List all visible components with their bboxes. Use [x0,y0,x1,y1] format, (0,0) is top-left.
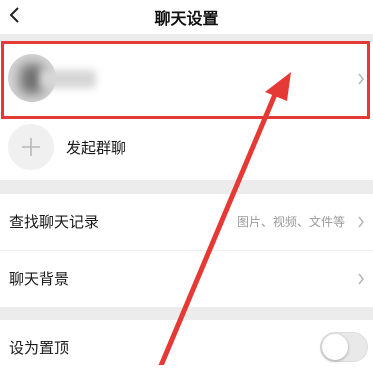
add-member-button[interactable] [8,124,54,170]
pin-chat-toggle[interactable] [320,332,368,362]
plus-icon [22,138,40,156]
page-title: 聊天设置 [154,9,219,28]
top-bar: 聊天设置 [0,0,373,34]
pin-chat-row: 设为置顶 [0,320,373,380]
chevron-right-icon [358,216,364,228]
chat-background-label: 聊天背景 [9,270,70,288]
contact-info-row[interactable] [0,42,373,116]
search-chat-history-label: 查找聊天记录 [9,213,100,231]
pin-chat-label: 设为置顶 [9,339,70,357]
start-group-chat-row[interactable]: 发起群聊 [0,116,373,180]
contact-name [40,70,96,88]
search-history-hint: 图片、视频、文件等 [236,215,345,229]
chevron-right-icon [358,73,364,85]
chevron-right-icon [358,273,364,285]
chat-background-row[interactable]: 聊天背景 [0,250,373,307]
toggle-knob [322,334,348,360]
start-group-chat-label: 发起群聊 [66,139,127,157]
search-chat-history-row[interactable]: 查找聊天记录 图片、视频、文件等 [0,194,373,250]
